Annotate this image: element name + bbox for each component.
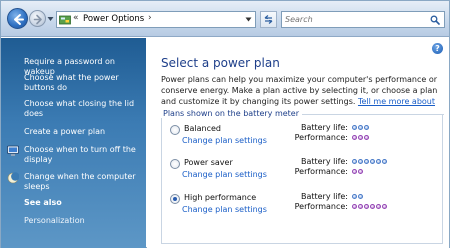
monitor-icon	[7, 145, 19, 156]
plan-name[interactable]: Power saver	[184, 158, 233, 167]
forward-arrow-icon	[33, 14, 42, 25]
address-bar[interactable]: « Power Options ›	[56, 11, 256, 28]
search-box[interactable]	[281, 11, 445, 28]
main-content: ? Select a power plan Power plans can he…	[147, 38, 449, 248]
change-plan-settings-link[interactable]: Change plan settings	[182, 136, 267, 145]
change-plan-settings-link[interactable]: Change plan settings	[182, 170, 267, 179]
performance-meter	[352, 133, 369, 141]
page-title: Select a power plan	[161, 56, 280, 70]
battery-life-meter	[352, 123, 369, 131]
plan-name[interactable]: High performance	[184, 193, 256, 202]
sidebar-link-turn-off-display[interactable]: Choose when to turn off the display	[24, 145, 142, 165]
plan-high-performance: High performance Change plan settings Ba…	[170, 192, 444, 222]
battery-dot	[358, 124, 363, 130]
performance-dot	[358, 203, 363, 209]
performance-meter	[352, 167, 363, 175]
performance-label: Performance:	[294, 202, 348, 211]
power-options-window: « Power Options › Require a password on …	[0, 0, 450, 248]
battery-dot	[352, 124, 357, 130]
plan-balanced: Balanced Change plan settings Battery li…	[170, 123, 444, 153]
address-separator: «	[73, 13, 78, 23]
battery-life-label: Battery life:	[300, 157, 348, 166]
plan-power-saver: Power saver Change plan settings Battery…	[170, 157, 444, 187]
plan-radio[interactable]	[170, 159, 180, 169]
battery-life-meter	[352, 192, 363, 200]
performance-dot	[352, 168, 357, 174]
performance-dot	[364, 134, 369, 140]
search-icon[interactable]	[430, 15, 440, 25]
change-plan-settings-link[interactable]: Change plan settings	[182, 205, 267, 214]
plan-radio[interactable]	[170, 194, 180, 204]
back-button[interactable]	[7, 8, 28, 29]
battery-dot	[376, 158, 381, 164]
performance-dot	[358, 168, 363, 174]
sidebar-link-personalization[interactable]: Personalization	[24, 216, 85, 225]
battery-dot	[364, 158, 369, 164]
back-arrow-icon	[14, 14, 24, 25]
battery-life-label: Battery life:	[300, 123, 348, 132]
battery-dot	[370, 158, 375, 164]
battery-meter-plans-group: Plans shown on the battery meter Balance…	[160, 109, 444, 244]
performance-label: Performance:	[294, 133, 348, 142]
refresh-button[interactable]	[260, 11, 277, 28]
performance-dot	[358, 134, 363, 140]
sidebar-link-power-buttons[interactable]: Choose what the power buttons do	[24, 73, 142, 93]
group-label: Plans shown on the battery meter	[160, 109, 303, 118]
refresh-icon	[264, 15, 273, 24]
performance-meter	[352, 202, 387, 210]
performance-dot	[352, 134, 357, 140]
sidebar-link-closing-lid[interactable]: Choose what closing the lid does	[24, 99, 142, 119]
performance-dot	[382, 203, 387, 209]
performance-dot	[376, 203, 381, 209]
plan-name[interactable]: Balanced	[184, 124, 221, 133]
recent-pages-dropdown-icon[interactable]	[47, 16, 54, 22]
sidebar-link-computer-sleeps[interactable]: Change when the computer sleeps	[24, 172, 142, 192]
task-sidebar: Require a password on wakeup Choose what…	[1, 38, 146, 248]
performance-dot	[352, 203, 357, 209]
battery-dot	[364, 124, 369, 130]
address-chevron[interactable]: ›	[148, 13, 152, 23]
help-icon[interactable]: ?	[432, 43, 443, 54]
moon-icon	[7, 172, 19, 184]
group-border	[302, 114, 444, 115]
address-dropdown-icon[interactable]	[245, 17, 252, 22]
battery-life-meter	[352, 157, 387, 165]
battery-dot	[382, 158, 387, 164]
forward-button[interactable]	[29, 10, 46, 27]
control-panel-icon	[59, 15, 71, 25]
battery-dot	[352, 193, 357, 199]
search-input[interactable]	[285, 13, 425, 26]
performance-dot	[364, 203, 369, 209]
navigation-bar: « Power Options ›	[1, 1, 449, 37]
battery-dot	[352, 158, 357, 164]
address-location[interactable]: Power Options	[83, 14, 144, 24]
performance-dot	[370, 203, 375, 209]
performance-label: Performance:	[294, 167, 348, 176]
sidebar-link-create-plan[interactable]: Create a power plan	[24, 127, 142, 137]
battery-dot	[358, 158, 363, 164]
battery-dot	[358, 193, 363, 199]
see-also-heading: See also	[24, 198, 62, 207]
battery-life-label: Battery life:	[300, 192, 348, 201]
plan-radio[interactable]	[170, 125, 180, 135]
